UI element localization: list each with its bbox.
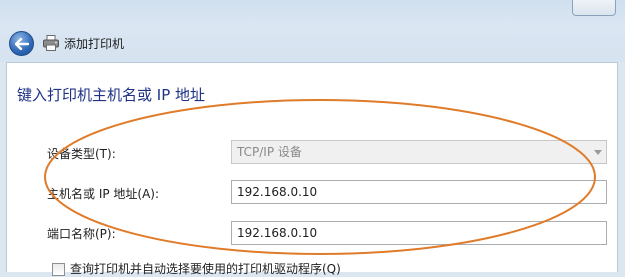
device-type-value: TCP/IP 设备 xyxy=(237,145,302,159)
page-heading: 键入打印机主机名或 IP 地址 xyxy=(17,86,206,104)
device-type-label: 设备类型(T): xyxy=(47,147,116,161)
back-arrow-icon xyxy=(14,37,29,50)
wizard-content-panel: 键入打印机主机名或 IP 地址 设备类型(T): TCP/IP 设备 主机名或 … xyxy=(6,62,618,276)
query-printer-checkbox-label: 查询打印机并自动选择要使用的打印机驱动程序(Q) xyxy=(70,262,341,276)
port-name-input[interactable]: 192.168.0.10 xyxy=(231,221,607,245)
port-name-label: 端口名称(P): xyxy=(47,227,116,241)
printer-icon xyxy=(43,35,59,51)
device-type-select[interactable]: TCP/IP 设备 xyxy=(231,140,607,164)
window-titlebar: 添加打印机 xyxy=(0,0,625,62)
window-close-button[interactable] xyxy=(572,0,616,16)
chevron-down-icon xyxy=(594,150,602,155)
nav-title: 添加打印机 xyxy=(64,37,125,51)
back-button[interactable] xyxy=(9,31,34,56)
hostname-input[interactable]: 192.168.0.10 xyxy=(231,180,607,204)
hostname-label: 主机名或 IP 地址(A): xyxy=(47,187,160,201)
